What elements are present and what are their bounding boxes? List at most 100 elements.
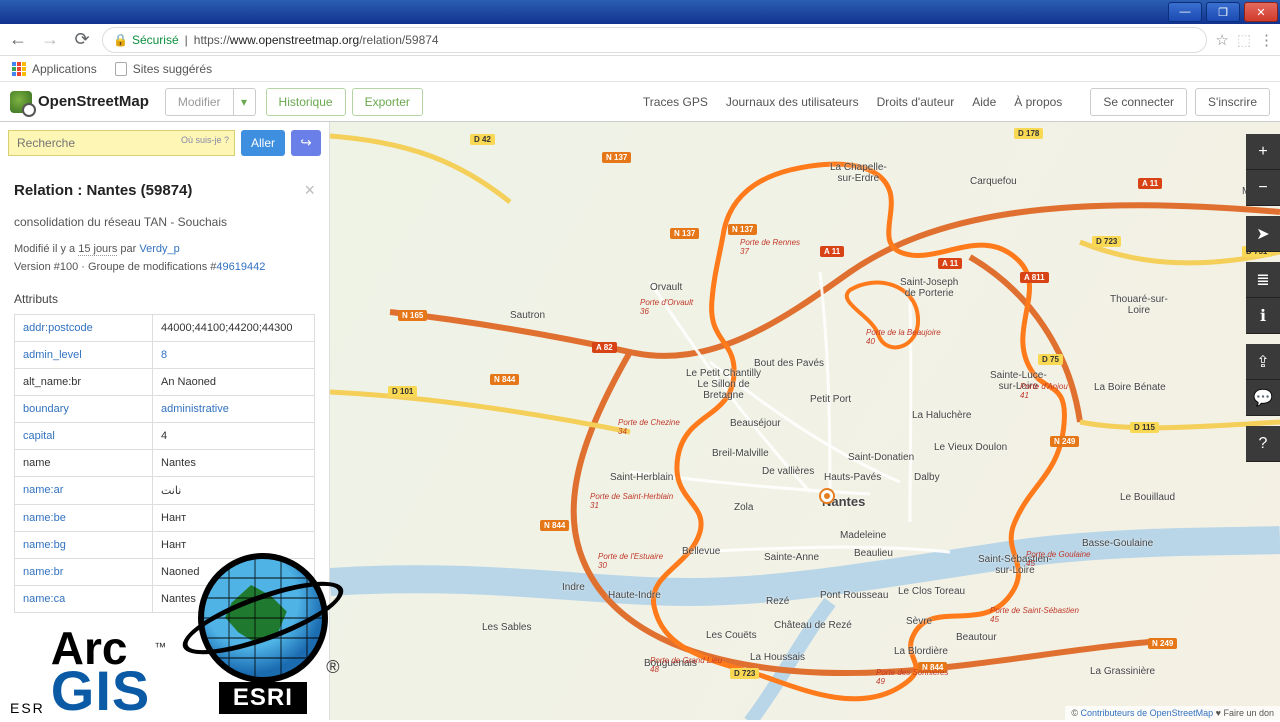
feature-panel: Relation : Nantes (59874) × consolidatio… [0,164,329,720]
place-label: Rezé [766,596,789,607]
go-button[interactable]: Aller [241,130,285,156]
history-button[interactable]: Historique [266,88,346,116]
attr-key: name:be [15,505,153,532]
attr-key: name [15,450,153,477]
place-label: La Blordière [894,646,948,657]
address-bar[interactable]: 🔒 Sécurisé | https://www.openstreetmap.o… [102,27,1207,53]
back-button[interactable]: ← [6,28,30,52]
porte-label: Porte d'Orvault 36 [640,298,693,316]
porte-label: Porte de Goulaine 45 [1026,550,1091,568]
forward-button[interactable]: → [38,28,62,52]
changeset-link[interactable]: 49619442 [216,261,265,273]
attr-key: addr:postcode [15,315,153,342]
edit-dropdown[interactable]: ▾ [234,88,256,116]
login-button[interactable]: Se connecter [1090,88,1187,116]
apps-shortcut[interactable]: Applications [12,62,97,76]
road-shield: A 11 [938,258,962,269]
place-label: De vallières [762,466,814,477]
place-label: Sautron [510,310,545,321]
place-label: Dalby [914,472,940,483]
attribution-link[interactable]: Contributeurs de OpenStreetMap [1081,708,1214,718]
attr-value: Naoned [153,559,315,586]
signup-button[interactable]: S'inscrire [1195,88,1270,116]
edit-button[interactable]: Modifier [165,88,234,116]
place-label: Thouaré-sur- Loire [1110,294,1168,316]
porte-label: Porte d'Anjou 41 [1020,382,1068,400]
pdf-icon[interactable]: ⬚ [1237,31,1251,49]
directions-icon: ↪ [300,135,311,151]
table-row: name:beНант [15,505,315,532]
attributes-heading: Attributs [14,292,315,306]
locate-button[interactable]: ➤ [1246,216,1280,252]
place-label: La Chapelle- sur-Erdre [830,162,887,184]
map-attribution: © Contributeurs de OpenStreetMap ♥ Faire… [1065,706,1280,720]
porte-label: Porte de Grand Lieu 48 [650,656,722,674]
star-icon[interactable]: ☆ [1215,31,1228,49]
nav-user-diaries[interactable]: Journaux des utilisateurs [726,95,859,109]
version-line: Version #100 · Groupe de modifications #… [14,259,315,277]
attr-value: 44000;44100;44200;44300 [153,315,315,342]
place-label: Madeleine [840,530,886,541]
place-label: Le Clos Toreau [898,586,965,597]
attr-key: name:br [15,559,153,586]
table-row: boundaryadministrative [15,396,315,423]
place-label: Carquefou [970,176,1017,187]
attr-value: administrative [153,396,315,423]
nav-copyright[interactable]: Droits d'auteur [877,95,955,109]
suggested-sites-shortcut[interactable]: Sites suggérés [115,62,212,76]
where-am-i-link[interactable]: Où suis-je ? [181,135,229,145]
share-button[interactable]: ⇪ [1246,344,1280,380]
file-icon [115,62,127,76]
secure-indicator: 🔒 Sécurisé [113,33,179,47]
close-icon[interactable]: × [304,180,315,201]
window-close-button[interactable]: ✕ [1244,2,1278,22]
nav-help[interactable]: Aide [972,95,996,109]
add-note-button[interactable]: 💬 [1246,380,1280,416]
reload-button[interactable]: ⟳ [70,28,94,52]
query-features-button[interactable]: ? [1246,426,1280,462]
road-shield: N 137 [728,224,757,235]
window-maximize-button[interactable]: ❐ [1206,2,1240,22]
author-link[interactable]: Verdy_p [139,243,179,255]
map-key-button[interactable]: ℹ [1246,298,1280,334]
attr-key: alt_name:br [15,369,153,396]
place-label: Zola [734,502,753,513]
attr-value: Нант [153,532,315,559]
attr-value: 4 [153,423,315,450]
windows-titlebar: — ❐ ✕ [0,0,1280,24]
porte-label: Porte de Saint-Sébastien 45 [990,606,1079,624]
zoom-out-button[interactable]: − [1246,170,1280,206]
road-shield: N 844 [490,374,519,385]
window-minimize-button[interactable]: — [1168,2,1202,22]
table-row: addr:postcode44000;44100;44200;44300 [15,315,315,342]
attr-key: capital [15,423,153,450]
map-canvas[interactable]: La Chapelle- sur-ErdreCarquefouOrvaultSa… [330,122,1280,720]
attr-value: Nantes [153,586,315,613]
osm-logo[interactable]: OpenStreetMap [10,91,149,113]
kebab-menu-icon[interactable]: ⋮ [1259,31,1274,49]
attr-value: نانت [153,477,315,505]
place-label: Sainte-Anne [764,552,819,563]
attr-key: boundary [15,396,153,423]
place-label: Beaulieu [854,548,893,559]
place-label: Saint-Herblain [610,472,673,483]
export-button[interactable]: Exporter [352,88,423,116]
zoom-in-button[interactable]: + [1246,134,1280,170]
attr-key: admin_level [15,342,153,369]
table-row: admin_level8 [15,342,315,369]
table-row: capital4 [15,423,315,450]
attr-value: Nantes [153,450,315,477]
place-label: Saint-Donatien [848,452,914,463]
map-controls: + − ➤ ≣ ℹ ⇪ 💬 ? [1246,134,1280,462]
layers-button[interactable]: ≣ [1246,262,1280,298]
nav-about[interactable]: À propos [1014,95,1062,109]
place-label: Bout des Pavés [754,358,824,369]
place-label: Le Petit Chantilly Le Sillon de Bretagne [686,368,761,401]
place-label: Les Sables [482,622,531,633]
table-row: name:arنانت [15,477,315,505]
road-shield: N 137 [602,152,631,163]
osm-header: OpenStreetMap Modifier ▾ Historique Expo… [0,82,1280,122]
place-label: Beauséjour [730,418,781,429]
nav-gps-traces[interactable]: Traces GPS [643,95,708,109]
directions-button[interactable]: ↪ [291,130,321,156]
